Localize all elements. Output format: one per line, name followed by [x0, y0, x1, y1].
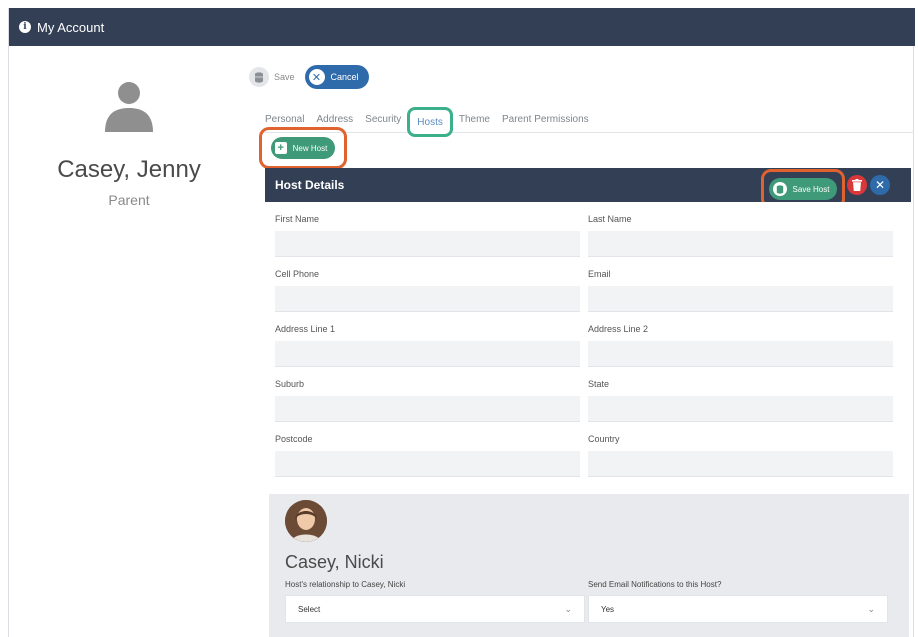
profile-name: Casey, Jenny: [57, 156, 201, 183]
last-name-input[interactable]: [588, 231, 893, 257]
tab-bar: Personal Address Security Hosts Theme Pa…: [259, 106, 914, 137]
cancel-label: Cancel: [330, 72, 359, 82]
relationship-value: Select: [298, 604, 321, 614]
save-host-button[interactable]: Save Host: [768, 178, 838, 200]
postcode-field: Postcode: [275, 434, 580, 477]
suburb-input[interactable]: [275, 396, 580, 422]
save-button[interactable]: Save: [249, 66, 295, 88]
tab-hosts[interactable]: Hosts: [407, 107, 453, 137]
first-name-field: First Name: [275, 214, 580, 257]
chevron-down-icon: ⌄: [867, 603, 875, 614]
address-line-2-field: Address Line 2: [588, 324, 893, 367]
notify-value: Yes: [601, 604, 615, 614]
host-card: Casey, Nicki Host's relationship to Case…: [269, 494, 909, 637]
first-name-label: First Name: [275, 214, 320, 224]
postcode-input[interactable]: [275, 451, 580, 477]
save-host-label: Save Host: [792, 184, 830, 194]
host-name: Casey, Nicki: [285, 552, 384, 572]
cell-phone-field: Cell Phone: [275, 269, 580, 312]
user-silhouette-icon: [105, 82, 153, 132]
email-input[interactable]: [588, 286, 893, 312]
chevron-down-icon: ⌄: [564, 603, 572, 614]
info-icon: i: [19, 21, 31, 33]
profile-role: Parent: [108, 192, 150, 208]
address-line-1-field: Address Line 1: [275, 324, 580, 367]
close-icon: ✕: [874, 178, 886, 192]
tab-security[interactable]: Security: [359, 108, 407, 130]
address-line-2-input[interactable]: [588, 341, 893, 367]
new-host-highlight: + New Host: [259, 127, 347, 169]
notify-select[interactable]: Yes ⌄: [588, 595, 888, 623]
last-name-label: Last Name: [588, 214, 632, 224]
address-line-2-label: Address Line 2: [588, 324, 649, 334]
new-host-label: New Host: [292, 143, 328, 153]
cell-phone-input[interactable]: [275, 286, 580, 312]
email-label: Email: [588, 269, 611, 279]
close-button[interactable]: ✕: [870, 175, 890, 195]
country-input[interactable]: [588, 451, 893, 477]
state-label: State: [588, 379, 610, 389]
host-details-form: First Name Last Name Cell Phone Email Ad…: [265, 202, 911, 492]
postcode-label: Postcode: [275, 434, 313, 444]
toolbar: Save ✕ Cancel: [249, 65, 369, 89]
database-icon: [249, 67, 269, 87]
profile-panel: Casey, Jenny Parent: [39, 78, 219, 208]
database-icon: [772, 182, 787, 196]
close-icon: ✕: [308, 69, 325, 85]
new-host-button[interactable]: + New Host: [270, 137, 336, 159]
relationship-label: Host's relationship to Casey, Nicki: [285, 580, 406, 589]
title-bar: i My Account: [9, 8, 915, 46]
first-name-input[interactable]: [275, 231, 580, 257]
notify-label: Send Email Notifications to this Host?: [588, 580, 722, 589]
trash-icon: [852, 179, 862, 191]
save-label: Save: [274, 72, 295, 82]
window-title: My Account: [37, 19, 105, 35]
app-window: i My Account Casey, Jenny Parent Save ✕ …: [8, 8, 915, 637]
panel-title: Host Details: [275, 178, 345, 192]
email-field: Email: [588, 269, 893, 312]
delete-button[interactable]: [847, 175, 867, 195]
address-line-1-label: Address Line 1: [275, 324, 336, 334]
cell-phone-label: Cell Phone: [275, 269, 320, 279]
tab-parent-permissions[interactable]: Parent Permissions: [496, 108, 595, 130]
state-input[interactable]: [588, 396, 893, 422]
country-field: Country: [588, 434, 893, 477]
last-name-field: Last Name: [588, 214, 893, 257]
address-line-1-input[interactable]: [275, 341, 580, 367]
relationship-select[interactable]: Select ⌄: [285, 595, 585, 623]
suburb-field: Suburb: [275, 379, 580, 422]
state-field: State: [588, 379, 893, 422]
cancel-button[interactable]: ✕ Cancel: [304, 65, 369, 89]
tab-theme[interactable]: Theme: [453, 108, 496, 130]
country-label: Country: [588, 434, 620, 444]
host-avatar: [285, 500, 327, 542]
suburb-label: Suburb: [275, 379, 305, 389]
plus-square-icon: +: [274, 142, 287, 154]
